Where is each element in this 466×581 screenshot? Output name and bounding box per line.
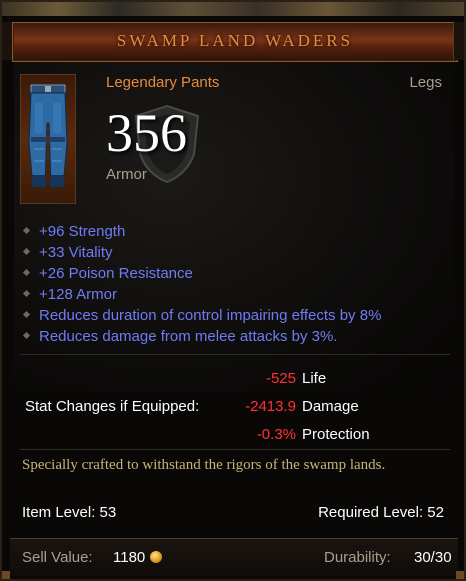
affix-item: Reduces duration of control impairing ef… — [22, 305, 381, 326]
diamond-bullet-icon — [22, 247, 31, 256]
pants-icon — [28, 84, 68, 188]
item-level: Item Level: 53 — [22, 504, 117, 521]
diamond-bullet-icon — [22, 289, 31, 298]
header-corner-right — [453, 22, 464, 60]
stat-change-row: -0.3% Protection — [2, 424, 464, 446]
stat-change-row: -525 Life — [2, 368, 464, 390]
divider — [20, 449, 450, 450]
sell-value-label: Sell Value: — [22, 549, 93, 566]
diamond-bullet-icon — [22, 226, 31, 235]
armor-value: 356 — [106, 103, 187, 163]
corner-ornament-left — [2, 571, 10, 579]
stat-change-value: -0.3% — [256, 426, 296, 443]
required-level: Required Level: 52 — [318, 504, 444, 521]
tooltip-footer: Sell Value: 1180 Durability: 30/30 — [10, 538, 458, 576]
diamond-bullet-icon — [22, 310, 31, 319]
item-slot: Legs — [409, 74, 442, 91]
stat-change-name: Protection — [302, 426, 370, 443]
sell-value: 1180 — [113, 549, 146, 566]
affix-item: +128 Armor — [22, 284, 381, 305]
divider — [20, 354, 450, 355]
stat-change-value: -2413.9 — [245, 398, 296, 415]
armor-label: Armor — [106, 166, 147, 183]
durability-value: 30/30 — [414, 549, 452, 566]
flavor-text: Specially crafted to withstand the rigor… — [22, 457, 386, 473]
item-name-banner: SWAMP LAND WADERS — [12, 22, 458, 62]
item-tooltip: SWAMP LAND WADERS Legendary Pants Legs 3… — [0, 0, 466, 581]
affix-item: +96 Strength — [22, 221, 381, 242]
stat-change-name: Life — [302, 370, 327, 387]
stat-change-name: Damage — [302, 398, 359, 415]
item-name: SWAMP LAND WADERS — [116, 31, 354, 50]
durability-label: Durability: — [324, 549, 391, 566]
item-rarity-type: Legendary Pants — [106, 74, 220, 91]
affix-item: +33 Vitality — [22, 242, 381, 263]
affix-item: +26 Poison Resistance — [22, 263, 381, 284]
diamond-bullet-icon — [22, 331, 31, 340]
diamond-bullet-icon — [22, 268, 31, 277]
item-icon-frame — [20, 74, 76, 204]
gold-coin-icon — [150, 551, 162, 563]
affix-item: Reduces damage from melee attacks by 3%. — [22, 326, 381, 347]
stat-change-value: -525 — [265, 370, 296, 387]
game-background-strip — [2, 2, 464, 16]
affix-list: +96 Strength +33 Vitality +26 Poison Res… — [22, 221, 381, 347]
corner-ornament-right — [456, 571, 464, 579]
stat-change-row: -2413.9 Damage — [2, 396, 464, 418]
